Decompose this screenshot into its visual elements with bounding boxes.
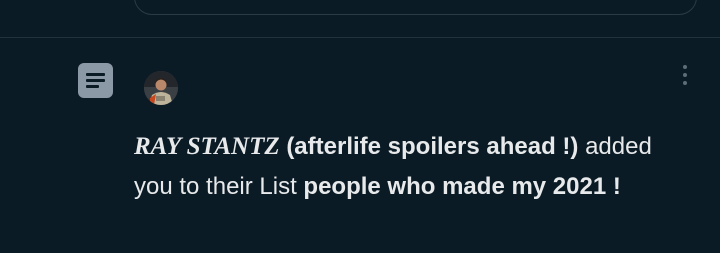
more-options-dot-icon: [683, 73, 687, 77]
previous-notification-card[interactable]: [134, 0, 697, 15]
more-options-dot-icon: [683, 81, 687, 85]
user-display-name[interactable]: RAY STANTZ: [134, 133, 280, 160]
more-options-dot-icon: [683, 65, 687, 69]
more-options-button[interactable]: [676, 62, 694, 88]
list-name-link[interactable]: people who made my 2021 !: [303, 173, 620, 200]
avatar-image: [144, 71, 178, 105]
divider: [0, 37, 720, 38]
user-name-suffix: (afterlife spoilers ahead !): [286, 133, 579, 160]
avatar[interactable]: [144, 71, 178, 105]
list-icon: [78, 63, 113, 98]
notification-text: RAY STANTZ (afterlife spoilers ahead !) …: [134, 127, 674, 207]
